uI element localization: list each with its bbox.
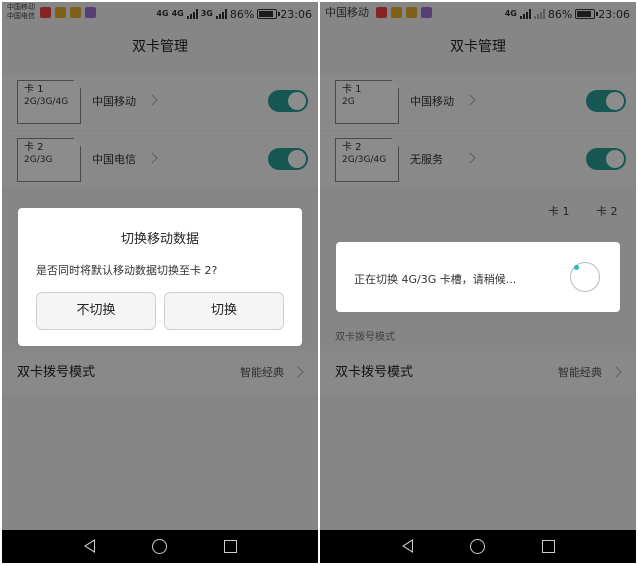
recents-icon[interactable] <box>224 540 237 553</box>
dialog-message: 是否同时将默认移动数据切换至卡 2? <box>36 264 218 277</box>
navigation-bar <box>320 530 636 563</box>
recents-icon[interactable] <box>542 540 555 553</box>
loading-spinner-icon <box>570 262 600 292</box>
home-icon[interactable] <box>470 539 485 554</box>
dialog-title: 切换移动数据 <box>120 232 199 247</box>
navigation-bar <box>2 530 318 563</box>
cancel-button[interactable]: 不切换 <box>36 292 156 330</box>
back-icon[interactable] <box>402 539 413 553</box>
switch-data-dialog: 切换移动数据 是否同时将默认移动数据切换至卡 2? 不切换 切换 <box>18 208 302 346</box>
spinner-dot <box>574 265 579 270</box>
confirm-button[interactable]: 切换 <box>164 292 284 330</box>
progress-message: 正在切换 4G/3G 卡槽，请稍候... <box>354 273 517 286</box>
progress-dialog: 正在切换 4G/3G 卡槽，请稍候... <box>336 242 620 312</box>
phone-screen-left: 中国移动 中国电信 4G 4G 3G 86% 23:06 双卡管理 卡 1 2G… <box>2 2 318 563</box>
back-icon[interactable] <box>84 539 95 553</box>
home-icon[interactable] <box>152 539 167 554</box>
phone-screen-right: 中国移动 4G 86% 23:06 双卡管理 卡 1 2G 中国移动 卡 2 2… <box>320 2 636 563</box>
